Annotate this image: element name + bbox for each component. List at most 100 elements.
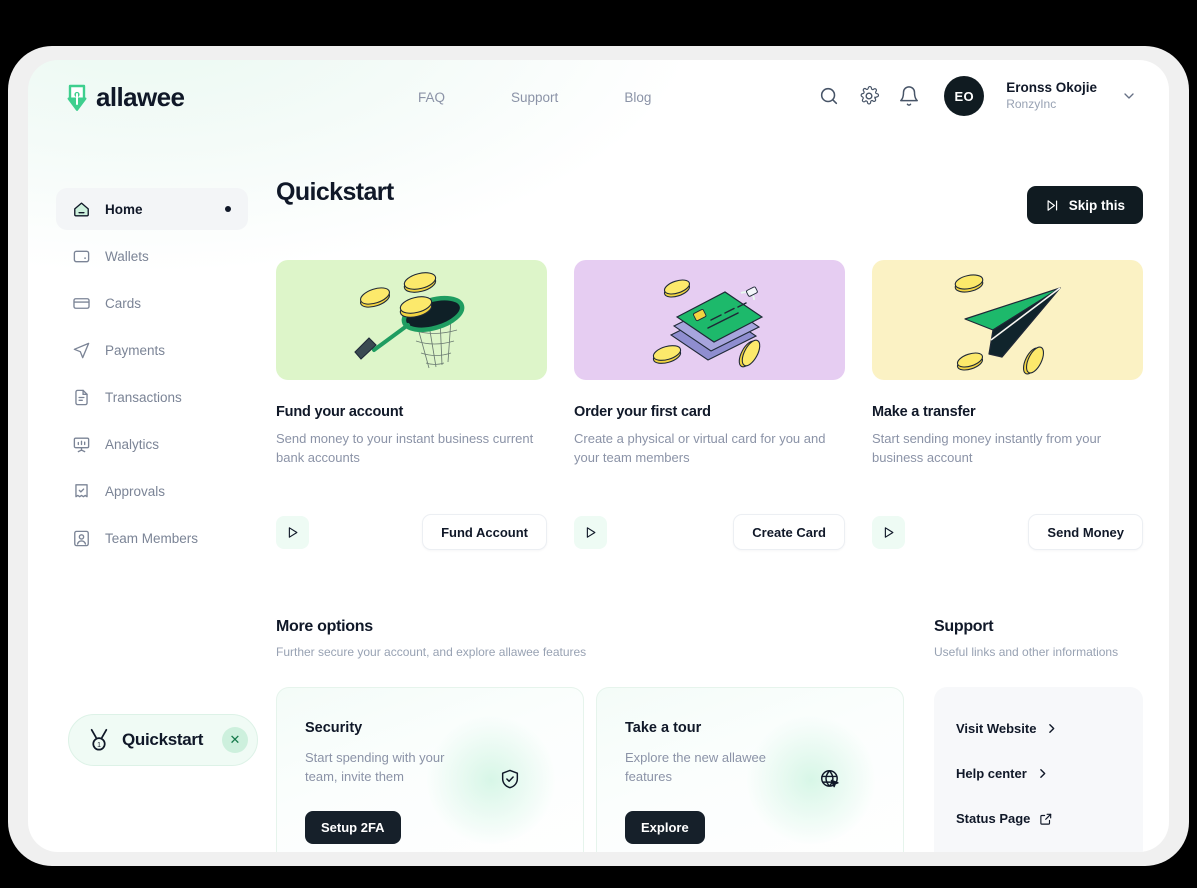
medal-1-icon: 1: [90, 728, 108, 751]
support-link-label: Help center: [956, 766, 1027, 781]
app-header: allawee FAQ Support Blog EO Eronss Okoji…: [28, 60, 1169, 136]
document-lines-icon: [75, 389, 88, 405]
shield-check-icon: [501, 769, 519, 789]
more-options-cards: Security Start spending with your team, …: [276, 687, 904, 852]
quickstart-card-description: Send money to your instant business curr…: [276, 431, 534, 465]
action-row-transfer: Send Money: [872, 514, 1143, 550]
sidebar-item-cards[interactable]: Cards: [56, 282, 248, 324]
sidebar-item-payments[interactable]: Payments: [56, 329, 248, 371]
sidebar-item-label: Wallets: [105, 248, 149, 264]
tour-card-description: Explore the new allawee features: [625, 750, 766, 784]
sidebar-item-wallets[interactable]: Wallets: [56, 235, 248, 277]
avatar[interactable]: EO: [944, 76, 985, 116]
create-card-button[interactable]: Create Card: [733, 514, 845, 550]
card-icon: [73, 297, 90, 309]
user-square-icon: [74, 530, 89, 546]
sidebar-item-label: Payments: [105, 342, 166, 358]
support-link-visit-website[interactable]: Visit Website: [956, 721, 1121, 736]
send-plane-icon: [73, 342, 90, 358]
user-org: RonzyInc: [1006, 96, 1057, 111]
support-subtitle: Useful links and other informations: [934, 645, 1119, 659]
sidebar-item-team-members[interactable]: Team Members: [56, 517, 248, 559]
quickstart-actions: Fund Account Create Card Send Money: [276, 514, 1143, 550]
gear-icon[interactable]: [858, 85, 880, 107]
send-money-button[interactable]: Send Money: [1028, 514, 1143, 550]
bell-icon[interactable]: [898, 85, 920, 107]
support-links-box: Visit Website Help center Status Page: [934, 687, 1143, 852]
security-card-description: Start spending with your team, invite th…: [305, 750, 445, 784]
close-icon[interactable]: ✕: [222, 727, 248, 753]
page-title: Quickstart: [276, 178, 394, 206]
play-button-order[interactable]: [574, 515, 607, 549]
app-logo[interactable]: allawee: [63, 82, 185, 113]
receipt-check-icon: [75, 483, 88, 497]
home-icon: [74, 201, 89, 217]
setup-2fa-button[interactable]: Setup 2FA: [305, 811, 401, 844]
svg-text:1: 1: [97, 742, 101, 749]
quickstart-card-title: Make a transfer: [872, 404, 976, 420]
logo-wordmark: allawee: [96, 82, 185, 112]
play-button-fund[interactable]: [276, 515, 309, 549]
skip-this-label: Skip this: [1068, 197, 1125, 213]
play-button-transfer[interactable]: [872, 515, 905, 549]
search-icon[interactable]: [818, 85, 840, 107]
top-navigation: FAQ Support Blog: [418, 90, 651, 105]
chevron-right-icon: [1039, 769, 1046, 778]
action-row-fund: Fund Account: [276, 514, 547, 550]
avatar-initials: EO: [954, 88, 974, 104]
lower-section: More options Further secure your account…: [276, 618, 1143, 852]
main-content: Quickstart Skip this Fund your account S…: [276, 178, 1143, 852]
paper-plane-illustration: [872, 260, 1143, 380]
sidebar-item-label: Cards: [105, 295, 142, 311]
sidebar-item-transactions[interactable]: Transactions: [56, 376, 248, 418]
nav-link-blog[interactable]: Blog: [624, 90, 651, 105]
app-window: allawee FAQ Support Blog EO Eronss Okoji…: [28, 60, 1169, 852]
sidebar-item-home[interactable]: Home: [56, 188, 248, 230]
quickstart-card-title: Order your first card: [574, 404, 711, 420]
stacked-cards-illustration: [574, 260, 845, 380]
action-row-order: Create Card: [574, 514, 845, 550]
quickstart-card-order: Order your first card Create a physical …: [574, 260, 845, 468]
chevron-down-icon[interactable]: [1121, 88, 1137, 104]
sidebar-item-approvals[interactable]: Approvals: [56, 470, 248, 512]
sidebar-active-dot: [225, 206, 231, 212]
support-title: Support: [934, 618, 994, 635]
nav-link-faq[interactable]: FAQ: [418, 90, 445, 105]
quickstart-pill-label: Quickstart: [122, 730, 204, 749]
tour-card-title: Take a tour: [625, 720, 702, 736]
sidebar-item-label: Home: [105, 201, 143, 217]
user-name: Eronss Okojie: [1006, 80, 1097, 96]
more-options-title: More options: [276, 618, 373, 635]
support-link-label: Visit Website: [956, 721, 1037, 736]
security-card-title: Security: [305, 720, 363, 736]
quickstart-card-title: Fund your account: [276, 404, 404, 420]
security-card: Security Start spending with your team, …: [276, 687, 584, 852]
fund-account-button[interactable]: Fund Account: [422, 514, 547, 550]
skip-forward-icon: [1047, 199, 1057, 211]
device-frame: allawee FAQ Support Blog EO Eronss Okoji…: [8, 46, 1189, 866]
globe-cursor-icon: [821, 770, 839, 788]
quickstart-card-description: Create a physical or virtual card for yo…: [574, 431, 826, 465]
support-link-status-page[interactable]: Status Page: [956, 811, 1121, 826]
support-link-help-center[interactable]: Help center: [956, 766, 1121, 781]
quickstart-card-transfer: Make a transfer Start sending money inst…: [872, 260, 1143, 468]
sidebar-item-analytics[interactable]: Analytics: [56, 423, 248, 465]
sidebar-item-label: Analytics: [105, 436, 160, 452]
play-icon: [884, 526, 894, 538]
take-a-tour-card: Take a tour Explore the new allawee feat…: [596, 687, 904, 852]
user-info[interactable]: Eronss Okojie RonzyInc: [1006, 80, 1097, 112]
sidebar-item-label: Transactions: [105, 389, 182, 405]
chevron-right-icon: [1049, 724, 1055, 733]
external-link-icon: [1040, 813, 1052, 825]
sidebar-item-label: Team Members: [105, 530, 199, 546]
support-link-label: Status Page: [956, 811, 1031, 826]
explore-button[interactable]: Explore: [625, 811, 705, 844]
nav-link-support[interactable]: Support: [511, 90, 558, 105]
quickstart-pill[interactable]: 1 Quickstart ✕: [68, 714, 258, 766]
play-icon: [288, 526, 298, 538]
support-column: Support Useful links and other informati…: [934, 618, 1143, 852]
allawee-download-note-icon: [67, 84, 87, 111]
skip-this-button[interactable]: Skip this: [1026, 186, 1143, 224]
quickstart-card-fund: Fund your account Send money to your ins…: [276, 260, 547, 468]
header-actions: EO Eronss Okojie RonzyInc: [818, 76, 1137, 116]
